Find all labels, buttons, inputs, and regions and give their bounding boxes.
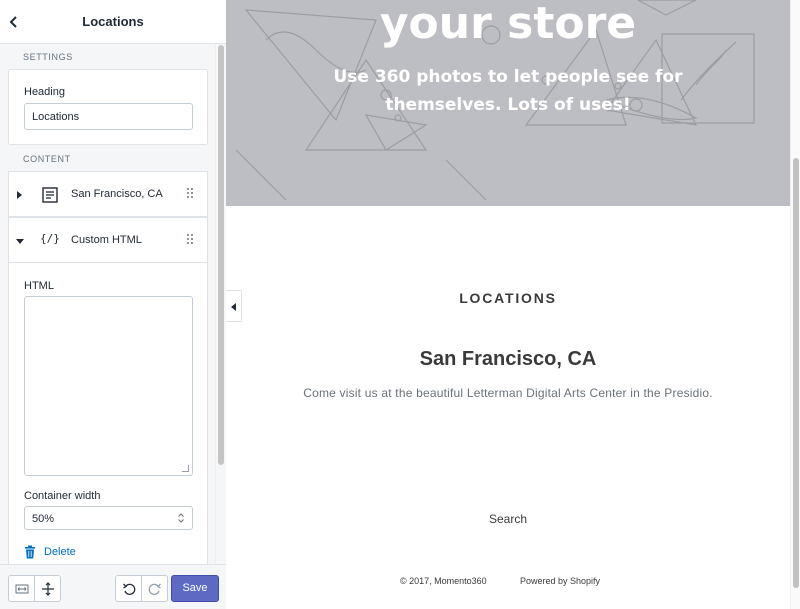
drag-handle-icon[interactable] bbox=[187, 188, 195, 200]
settings-card: Heading bbox=[8, 69, 208, 145]
container-width-label: Container width bbox=[24, 490, 101, 502]
save-button[interactable]: Save bbox=[171, 575, 219, 602]
redo-button[interactable] bbox=[141, 575, 168, 602]
theme-editor-sidebar: Locations SETTINGS Heading CONTENT San F… bbox=[0, 0, 226, 609]
drag-handle-icon[interactable] bbox=[187, 234, 195, 246]
hero-subtitle: Use 360 photos to let people see for the… bbox=[333, 67, 683, 115]
delete-block-button[interactable]: Delete bbox=[24, 545, 76, 564]
block-label: Custom HTML bbox=[71, 234, 142, 246]
location-title: San Francisco, CA bbox=[419, 348, 597, 370]
locations-heading: LOCATIONS bbox=[459, 290, 557, 306]
sidebar-scrollbar-thumb[interactable] bbox=[218, 45, 224, 465]
select-arrows-icon bbox=[178, 513, 184, 523]
preview-scrollbar[interactable] bbox=[790, 0, 800, 609]
html-field-label: HTML bbox=[24, 280, 54, 292]
delete-label: Delete bbox=[44, 546, 76, 558]
undo-button[interactable] bbox=[115, 575, 142, 602]
settings-section-label: SETTINGS bbox=[23, 52, 73, 62]
container-width-value: 50% bbox=[32, 513, 55, 525]
trash-icon bbox=[25, 545, 35, 559]
inspector-toggle-button[interactable] bbox=[34, 575, 61, 602]
block-label: San Francisco, CA bbox=[71, 188, 163, 200]
undo-icon bbox=[123, 583, 136, 595]
sidebar-title: Locations bbox=[82, 14, 144, 29]
resize-handle-icon[interactable] bbox=[182, 465, 189, 472]
copyright-text[interactable]: © 2017, Momento360 bbox=[400, 576, 487, 586]
redo-icon bbox=[148, 583, 161, 595]
move-cursor-icon bbox=[42, 582, 54, 596]
code-icon: {/} bbox=[40, 232, 60, 245]
content-section-label: CONTENT bbox=[23, 154, 71, 164]
custom-html-settings: HTML Container width 50% Delete bbox=[8, 263, 208, 564]
full-width-toggle-button[interactable] bbox=[8, 575, 35, 602]
hero-title: your store bbox=[379, 0, 637, 49]
hero-banner: your store Use 360 photos to let people … bbox=[226, 0, 790, 206]
sidebar-header: Locations bbox=[0, 0, 226, 44]
sidebar-footer: Save bbox=[0, 564, 226, 609]
caret-down-icon[interactable] bbox=[16, 239, 24, 244]
container-width-select[interactable]: 50% bbox=[24, 506, 193, 530]
html-textarea[interactable] bbox=[24, 296, 193, 476]
sidebar-scrollbar[interactable] bbox=[215, 44, 226, 564]
block-san-francisco[interactable]: San Francisco, CA bbox=[8, 171, 208, 217]
sidebar-content: SETTINGS Heading CONTENT San Francisco, … bbox=[0, 44, 215, 564]
caret-right-icon[interactable] bbox=[17, 191, 22, 199]
block-custom-html[interactable]: {/} Custom HTML bbox=[8, 217, 208, 263]
expand-horizontal-icon bbox=[15, 584, 29, 594]
powered-by-link[interactable]: Powered by Shopify bbox=[520, 576, 600, 586]
text-block-icon bbox=[42, 187, 58, 203]
preview-scrollbar-thumb[interactable] bbox=[793, 158, 799, 588]
location-description: Come visit us at the beautiful Letterman… bbox=[303, 386, 713, 400]
heading-field-label: Heading bbox=[24, 86, 65, 98]
store-preview: your store Use 360 photos to let people … bbox=[226, 0, 800, 609]
footer-search-link[interactable]: Search bbox=[226, 512, 790, 526]
heading-input[interactable] bbox=[24, 103, 193, 130]
